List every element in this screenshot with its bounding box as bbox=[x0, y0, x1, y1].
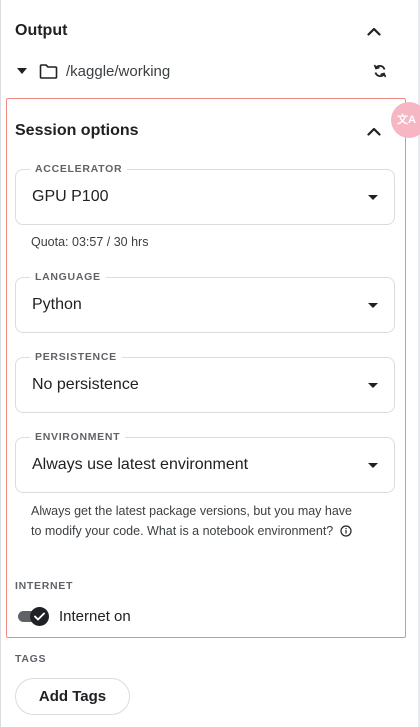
environment-value: Always use latest environment bbox=[32, 456, 249, 473]
translate-button[interactable]: 文A bbox=[391, 102, 420, 138]
environment-help: Always get the latest package versions, … bbox=[31, 501, 361, 543]
environment-help-text: Always get the latest package versions, … bbox=[31, 504, 353, 538]
internet-toggle-label: Internet on bbox=[59, 607, 131, 625]
language-value: Python bbox=[32, 296, 82, 313]
environment-select[interactable]: ENVIRONMENT Always use latest environmen… bbox=[15, 431, 395, 493]
accelerator-select[interactable]: ACCELERATOR GPU P100 bbox=[15, 163, 395, 225]
persistence-select[interactable]: PERSISTENCE No persistence bbox=[15, 351, 395, 413]
output-title: Output bbox=[15, 22, 68, 39]
panel-left-border bbox=[0, 0, 1, 727]
internet-toggle[interactable]: Internet on bbox=[18, 604, 131, 628]
triangle-down-icon[interactable] bbox=[15, 64, 29, 78]
toggle-knob bbox=[30, 607, 49, 626]
tags-label: TAGS bbox=[15, 653, 47, 665]
language-label: LANGUAGE bbox=[30, 271, 106, 283]
session-options-title: Session options bbox=[15, 122, 139, 139]
language-select[interactable]: LANGUAGE Python bbox=[15, 271, 395, 333]
check-icon bbox=[34, 608, 45, 626]
internet-switch[interactable] bbox=[18, 605, 50, 627]
accelerator-value: GPU P100 bbox=[32, 188, 109, 205]
translate-icon: 文A bbox=[397, 113, 416, 126]
caret-up-icon[interactable] bbox=[363, 120, 385, 142]
environment-label: ENVIRONMENT bbox=[30, 431, 126, 443]
output-section-header[interactable]: Output bbox=[15, 20, 385, 42]
persistence-value: No persistence bbox=[32, 376, 139, 393]
dropdown-arrow-icon bbox=[368, 382, 378, 388]
dropdown-arrow-icon bbox=[368, 302, 378, 308]
dropdown-arrow-icon bbox=[368, 462, 378, 468]
internet-label: INTERNET bbox=[15, 580, 74, 592]
dropdown-arrow-icon bbox=[368, 194, 378, 200]
folder-icon bbox=[39, 62, 59, 80]
refresh-icon[interactable] bbox=[371, 62, 389, 80]
accelerator-label: ACCELERATOR bbox=[30, 163, 128, 175]
quota-text: Quota: 03:57 / 30 hrs bbox=[31, 235, 149, 249]
output-path-row[interactable]: /kaggle/working bbox=[15, 60, 389, 82]
caret-up-icon[interactable] bbox=[363, 20, 385, 42]
add-tags-button[interactable]: Add Tags bbox=[15, 678, 130, 715]
info-icon[interactable] bbox=[340, 523, 352, 543]
output-path-text: /kaggle/working bbox=[66, 62, 171, 80]
persistence-label: PERSISTENCE bbox=[30, 351, 122, 363]
session-options-header[interactable]: Session options bbox=[15, 120, 385, 142]
